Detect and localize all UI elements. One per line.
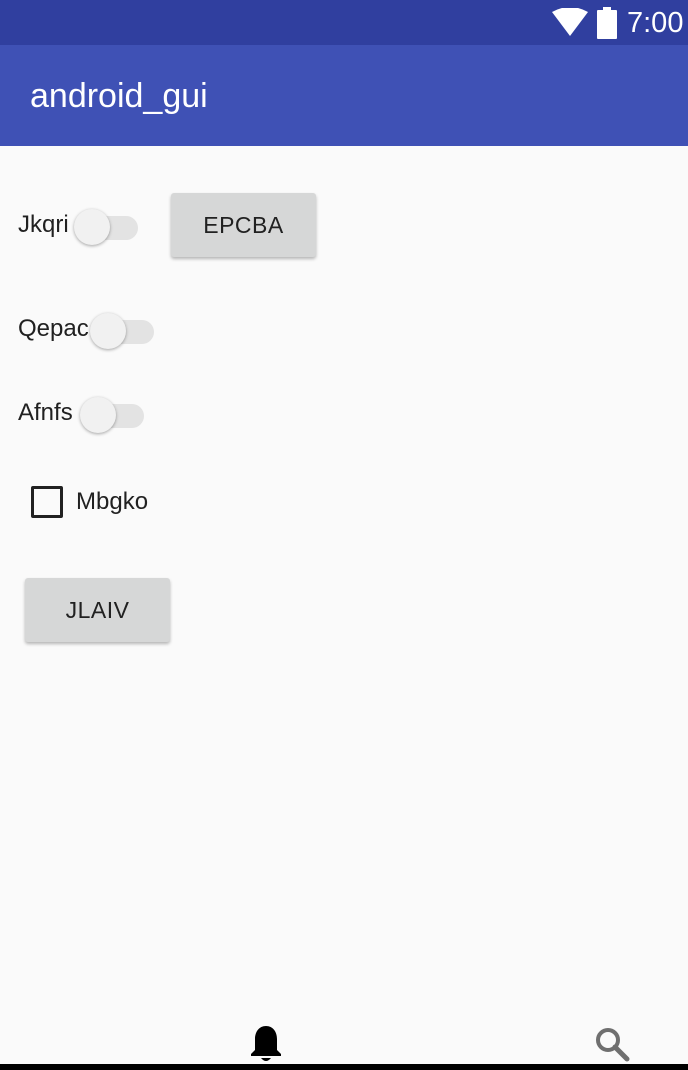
wifi-icon — [552, 7, 588, 41]
switch-thumb — [74, 209, 110, 245]
switch-label-afnfs: Afnfs — [18, 399, 73, 426]
navigation-bar-edge — [0, 1064, 688, 1070]
status-bar: 7:00 — [0, 0, 688, 45]
status-time: 7:00 — [627, 7, 684, 39]
epcba-button[interactable]: EPCBA — [171, 193, 316, 257]
app-title: android_gui — [30, 77, 208, 115]
switch-afnfs[interactable] — [80, 393, 144, 433]
jlaiv-button[interactable]: JLAIV — [25, 578, 170, 642]
battery-icon — [597, 7, 617, 44]
switch-thumb — [90, 313, 126, 349]
switch-jkqri[interactable] — [74, 205, 138, 245]
app-bar: android_gui — [0, 45, 688, 146]
switch-qepac[interactable] — [90, 309, 154, 349]
switch-label-jkqri: Jkqri — [18, 211, 69, 238]
bell-icon[interactable] — [249, 1024, 283, 1069]
checkbox-label-mbgko: Mbgko — [76, 488, 149, 515]
checkbox-mbgko[interactable] — [31, 486, 63, 518]
search-icon[interactable] — [594, 1026, 630, 1067]
switch-label-qepac: Qepac — [18, 315, 89, 342]
switch-thumb — [80, 397, 116, 433]
